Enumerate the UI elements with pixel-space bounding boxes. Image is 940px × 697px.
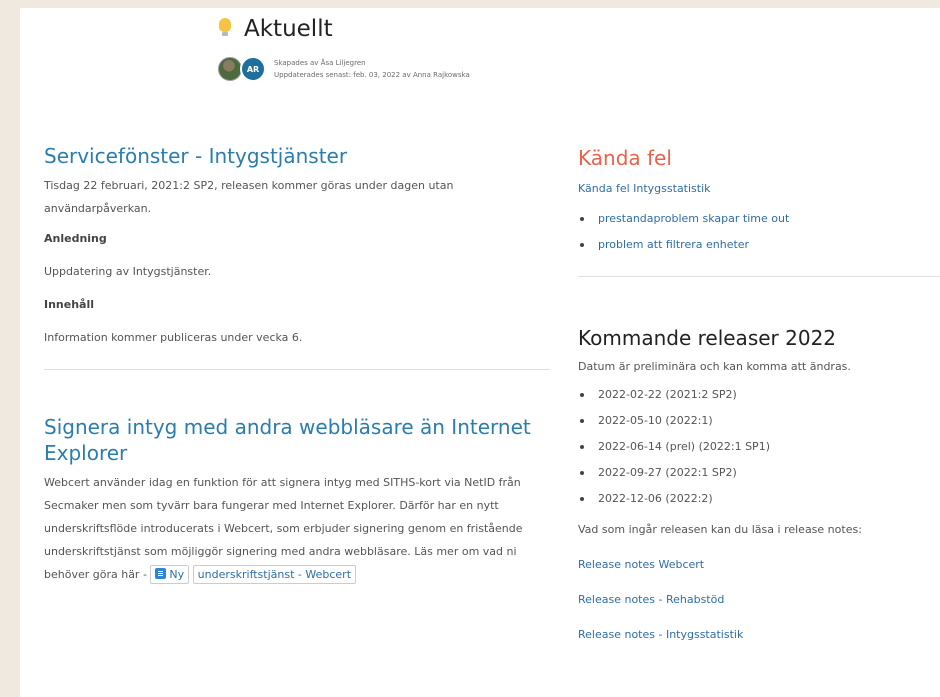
release-notes-webcert-link[interactable]: Release notes Webcert (578, 558, 704, 571)
created-by: Skapades av Åsa Liljegren (274, 59, 366, 67)
release-dates: 2022-02-22 (2021:2 SP2) 2022-05-10 (2022… (578, 382, 940, 512)
release-notes-intro: Vad som ingår releasen kan du läsa i rel… (578, 523, 862, 536)
releases-heading: Kommande releaser 2022 (578, 326, 837, 350)
updater-avatar[interactable]: AR (240, 56, 266, 82)
content-text: Information kommer publiceras under veck… (44, 331, 303, 344)
page: Aktuellt AR Skapades av Åsa Liljegren Up… (20, 8, 940, 697)
release-notes-rehabstod-link[interactable]: Release notes - Rehabstöd (578, 593, 724, 606)
reason-label: Anledning (44, 232, 107, 245)
sidebar: Kända fel Kända fel Intygsstatistik pres… (578, 145, 940, 646)
page-header: Aktuellt AR Skapades av Åsa Liljegren Up… (218, 16, 470, 82)
release-date-item: 2022-12-06 (2022:2) (578, 486, 940, 512)
title-row: Aktuellt (218, 16, 470, 42)
creator-avatar[interactable] (218, 57, 242, 81)
underskrift-link-part1: Ny (169, 568, 185, 581)
release-notes-intygsstatistik-link[interactable]: Release notes - Intygsstatistik (578, 628, 743, 641)
known-issues-list: prestandaproblem skapar time out problem… (578, 206, 940, 258)
service-heading: Servicefönster - Intygstjänster (44, 144, 348, 168)
byline-text: Skapades av Åsa Liljegren Uppdaterades s… (274, 57, 470, 81)
underskrift-link[interactable]: Ny (150, 565, 190, 584)
release-date-item: 2022-09-27 (2022:1 SP2) (578, 460, 940, 486)
lightbulb-icon (218, 18, 232, 40)
release-date-item: 2022-02-22 (2021:2 SP2) (578, 382, 940, 408)
known-issues-link[interactable]: Kända fel Intygsstatistik (578, 182, 711, 195)
reason-text: Uppdatering av Intygstjänster. (44, 265, 212, 278)
known-issues-heading: Kända fel (578, 146, 672, 170)
releases-note: Datum är preliminära och kan komma att ä… (578, 360, 851, 373)
content-label: Innehåll (44, 298, 95, 311)
release-date-item: 2022-06-14 (prel) (2022:1 SP1) (578, 434, 940, 460)
page-title: Aktuellt (244, 16, 333, 42)
issue-item[interactable]: prestandaproblem skapar time out (578, 206, 940, 232)
main-column: Servicefönster - Intygstjänster Tisdag 2… (44, 143, 550, 586)
byline: AR Skapades av Åsa Liljegren Uppdaterade… (218, 56, 470, 82)
sign-body: Webcert använder idag en funktion för at… (44, 471, 550, 586)
page-icon (155, 568, 167, 579)
updated-info: Uppdaterades senast: feb. 03, 2022 av An… (274, 71, 470, 79)
underskrift-link-cont[interactable]: underskriftstjänst - Webcert (192, 565, 357, 584)
release-date-item: 2022-05-10 (2022:1) (578, 408, 940, 434)
sidebar-divider (578, 276, 940, 277)
sign-heading: Signera intyg med andra webbläsare än In… (44, 415, 531, 465)
section-divider (44, 369, 550, 370)
issue-item[interactable]: problem att filtrera enheter (578, 232, 940, 258)
service-intro: Tisdag 22 februari, 2021:2 SP2, releasen… (44, 179, 454, 215)
